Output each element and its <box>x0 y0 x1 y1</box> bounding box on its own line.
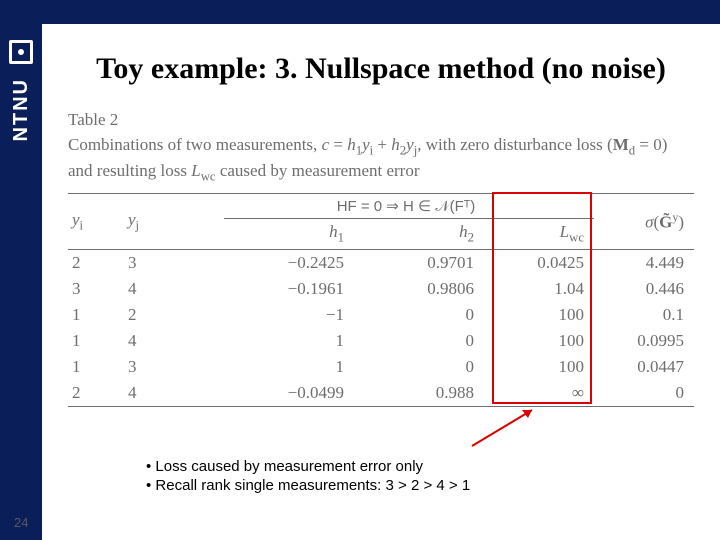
arrow-icon <box>464 404 544 450</box>
cell: −1 <box>224 302 354 328</box>
col-h1: h1 <box>224 219 354 249</box>
left-bar: NTNU <box>0 0 42 540</box>
cell: 1.04 <box>484 276 594 302</box>
cell: 1 <box>68 328 124 354</box>
col-mid-header: HF = 0 ⇒ H ∈ 𝒩(Fᵀ) <box>224 194 594 219</box>
content-area: Toy example: 3. Nullspace method (no noi… <box>42 24 720 540</box>
cell: 0.0447 <box>594 354 694 380</box>
cell: 0.0425 <box>484 249 594 276</box>
cell: 0 <box>354 354 484 380</box>
table-row: 3 4 −0.1961 0.9806 1.04 0.446 <box>68 276 694 302</box>
table-block: Table 2 Combinations of two measurements… <box>68 110 694 407</box>
brand-name: NTNU <box>10 78 33 142</box>
cell: 4 <box>124 276 224 302</box>
cell: 4 <box>124 328 224 354</box>
cell: ∞ <box>484 380 594 407</box>
cell: 1 <box>224 354 354 380</box>
cell: 100 <box>484 302 594 328</box>
cell: 0.9701 <box>354 249 484 276</box>
cell: 1 <box>68 354 124 380</box>
top-bar <box>0 0 720 24</box>
cell: 0.0995 <box>594 328 694 354</box>
cell: −0.2425 <box>224 249 354 276</box>
cell: 4 <box>124 380 224 407</box>
cell: −0.0499 <box>224 380 354 407</box>
col-lwc: Lwc <box>484 219 594 249</box>
cell: 0 <box>354 328 484 354</box>
cell: 0 <box>354 302 484 328</box>
note-text: Loss caused by measurement error only <box>155 458 423 475</box>
notes: • Loss caused by measurement error only … <box>146 458 470 496</box>
cell: 2 <box>68 249 124 276</box>
cell: 1 <box>224 328 354 354</box>
table-row: 1 3 1 0 100 0.0447 <box>68 354 694 380</box>
note-bullet-2: • Recall rank single measurements: 3 > 2… <box>146 477 470 494</box>
table-row: 2 4 −0.0499 0.988 ∞ 0 <box>68 380 694 407</box>
note-bullet-1: • Loss caused by measurement error only <box>146 458 470 475</box>
cell: 3 <box>68 276 124 302</box>
cell: −0.1961 <box>224 276 354 302</box>
cell: 4.449 <box>594 249 694 276</box>
cell: 0.9806 <box>354 276 484 302</box>
slide-number: 24 <box>14 515 28 530</box>
table-row: 1 4 1 0 100 0.0995 <box>68 328 694 354</box>
table-row: 2 3 −0.2425 0.9701 0.0425 4.449 <box>68 249 694 276</box>
table-label: Table 2 <box>68 110 694 130</box>
cell: 100 <box>484 328 594 354</box>
cell: 2 <box>124 302 224 328</box>
cell: 0.446 <box>594 276 694 302</box>
col-h2: h2 <box>354 219 484 249</box>
cell: 0.988 <box>354 380 484 407</box>
cell: 0.1 <box>594 302 694 328</box>
table-row: 1 2 −1 0 100 0.1 <box>68 302 694 328</box>
ntnu-logo-icon <box>9 40 33 64</box>
data-table: yi yj HF = 0 ⇒ H ∈ 𝒩(Fᵀ) σ(G̃y) h1 h2 Lw… <box>68 193 694 406</box>
col-sigma: σ(G̃y) <box>594 194 694 249</box>
page-title: Toy example: 3. Nullspace method (no noi… <box>66 52 696 86</box>
cell: 100 <box>484 354 594 380</box>
cell: 2 <box>68 380 124 407</box>
cell: 3 <box>124 354 224 380</box>
col-yj: yj <box>124 194 224 249</box>
note-text: Recall rank single measurements: 3 > 2 >… <box>155 477 470 494</box>
cell: 0 <box>594 380 694 407</box>
col-yi: yi <box>68 194 124 249</box>
cell: 1 <box>68 302 124 328</box>
table-caption: Combinations of two measurements, c = h1… <box>68 134 694 185</box>
slide: NTNU Toy example: 3. Nullspace method (n… <box>0 0 720 540</box>
cell: 3 <box>124 249 224 276</box>
